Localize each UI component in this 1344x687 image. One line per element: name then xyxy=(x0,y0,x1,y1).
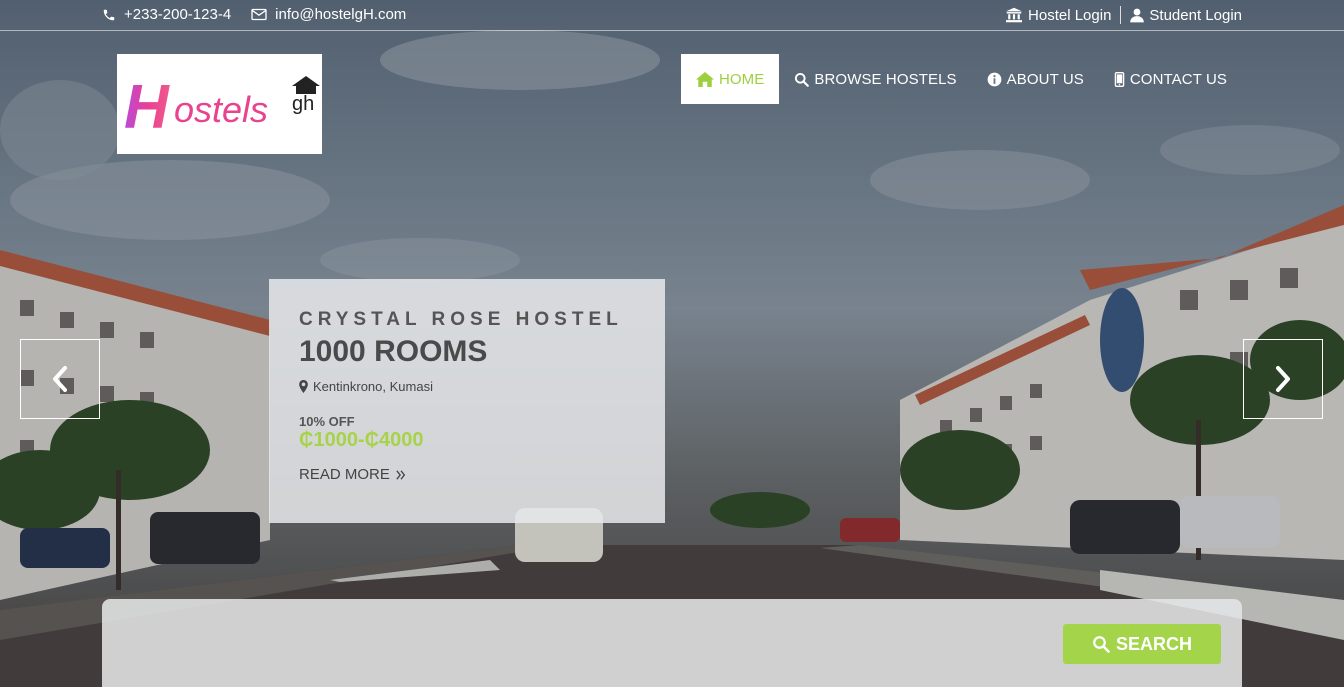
discount-label: 10% OFF xyxy=(299,414,355,429)
chevron-left-icon xyxy=(53,366,67,392)
read-more-label: READ MORE xyxy=(299,466,390,483)
house-icon xyxy=(291,76,320,94)
phone-icon xyxy=(103,9,115,20)
nav-item-browse-hostels[interactable]: BROWSE HOSTELS xyxy=(779,54,971,104)
hostel-location: Kentinkrono, Kumasi xyxy=(299,379,635,394)
hostel-login-link[interactable]: Hostel Login xyxy=(1005,7,1111,24)
logo-text: ostels xyxy=(174,89,268,130)
chevron-right-icon xyxy=(1276,366,1290,392)
location-text: Kentinkrono, Kumasi xyxy=(313,379,433,394)
envelope-icon xyxy=(251,8,267,21)
hostel-name: CRYSTAL ROSE HOSTEL xyxy=(299,309,623,330)
student-login-link[interactable]: Student Login xyxy=(1130,7,1242,24)
student-login-label: Student Login xyxy=(1149,6,1242,24)
email-address: info@hostelgH.com xyxy=(275,6,407,23)
login-divider xyxy=(1120,6,1122,24)
logo-suffix: gh xyxy=(292,93,314,115)
nav-label-contact-us: CONTACT US xyxy=(1129,70,1227,88)
hostelsgh-logo-icon: H ostels gh xyxy=(124,73,320,142)
nav-item-contact-us[interactable]: CONTACT US xyxy=(1099,54,1242,104)
bank-icon xyxy=(1006,7,1023,23)
carousel-prev-button[interactable] xyxy=(20,339,100,419)
mobile-icon xyxy=(1114,71,1125,87)
home-icon xyxy=(695,71,714,87)
search-icon xyxy=(1093,636,1110,653)
search-panel: SEARCH xyxy=(102,599,1242,687)
double-chevron-right-icon xyxy=(396,469,406,480)
phone-number: +233-200-123-4 xyxy=(124,6,232,23)
login-links: Hostel Login Student Login xyxy=(1005,6,1242,24)
info-icon xyxy=(987,72,1002,86)
search-icon xyxy=(795,72,810,87)
read-more-link[interactable]: READ MORE xyxy=(299,466,635,483)
nav-item-about-us[interactable]: ABOUT US xyxy=(972,54,1099,104)
site-logo[interactable]: H ostels gh xyxy=(117,54,322,154)
user-icon xyxy=(1130,8,1145,22)
top-bar: +233-200-123-4 info@hostelgH.com Hostel … xyxy=(0,0,1344,31)
room-count: 1000 ROOMS xyxy=(299,335,488,368)
price-range: ₵1000-₵4000 xyxy=(299,429,424,451)
carousel-next-button[interactable] xyxy=(1243,339,1323,419)
email-contact[interactable]: info@hostelgH.com xyxy=(251,6,406,23)
nav-item-home[interactable]: HOME xyxy=(680,54,780,104)
nav-label-home: HOME xyxy=(718,70,765,88)
main-nav: HOME BROWSE HOSTELS ABOUT US CONTACT US xyxy=(680,54,1242,104)
contact-info: +233-200-123-4 info@hostelgH.com xyxy=(102,6,406,23)
hostel-login-label: Hostel Login xyxy=(1028,6,1112,24)
search-button-label: SEARCH xyxy=(1115,633,1192,654)
search-button[interactable]: SEARCH xyxy=(1063,624,1221,664)
phone-contact[interactable]: +233-200-123-4 xyxy=(102,6,231,23)
logo-letter-h: H xyxy=(124,73,170,142)
map-marker-icon xyxy=(299,380,308,393)
nav-label-browse-hostels: BROWSE HOSTELS xyxy=(814,70,957,88)
nav-label-about-us: ABOUT US xyxy=(1006,70,1084,88)
slide-caption: CRYSTAL ROSE HOSTEL 1000 ROOMS Kentinkro… xyxy=(269,279,665,523)
